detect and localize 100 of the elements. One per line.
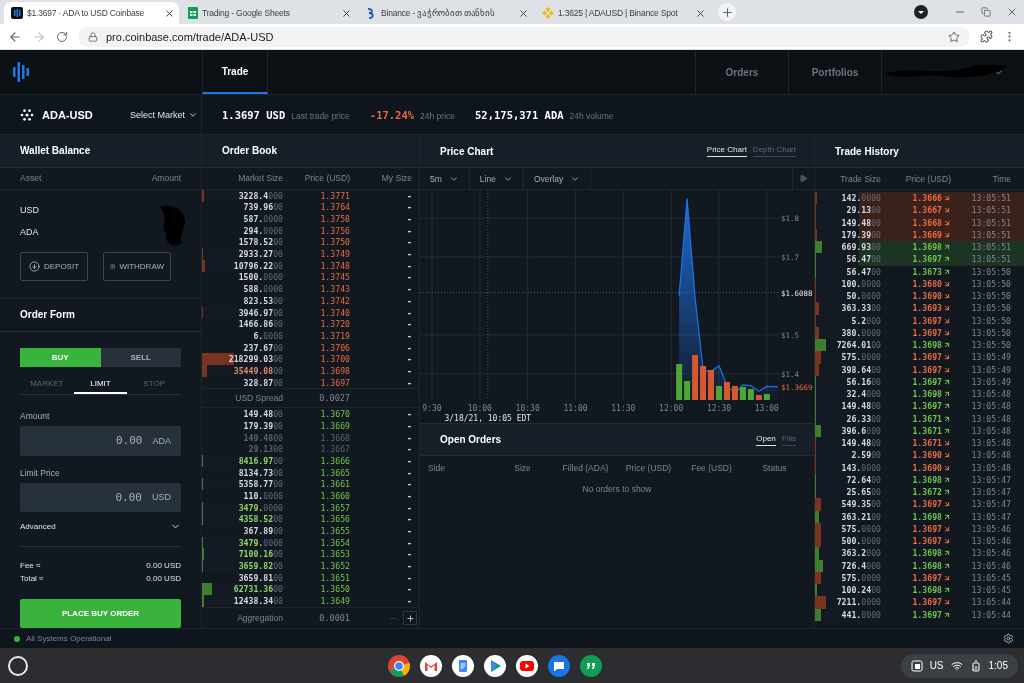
wifi-icon <box>950 659 963 672</box>
settings-icon[interactable] <box>1003 633 1014 644</box>
close-icon[interactable] <box>695 7 706 19</box>
spread-value: 0.0027 <box>318 393 350 404</box>
trade-time: 13:05:48 <box>970 413 1011 424</box>
trade-time: 13:05:48 <box>970 389 1011 400</box>
order-size: 179.3900 <box>242 420 283 431</box>
order-price: 1.3706 <box>319 342 350 353</box>
lock-icon <box>88 31 98 42</box>
order-price: 1.3764 <box>319 202 350 213</box>
trade-time: 13:05:47 <box>970 487 1011 498</box>
back-button[interactable] <box>8 29 22 44</box>
trade-price: 1.3697 <box>912 597 942 608</box>
trade-size: 100.2400 <box>840 585 881 596</box>
order-size: 2933.2700 <box>237 249 283 260</box>
download-icon <box>28 261 40 273</box>
video-icon[interactable] <box>516 654 538 677</box>
order-size: 3228.4000 <box>237 190 283 201</box>
select-market-button[interactable]: Select Market <box>130 109 199 120</box>
summary-value: 0.00 USD <box>146 574 181 584</box>
arrow-down-right-icon <box>943 304 951 313</box>
orders-tab[interactable]: Open <box>756 433 776 446</box>
advanced-toggle[interactable]: Advanced <box>20 521 181 548</box>
arrow-down-right-icon <box>943 292 951 301</box>
close-icon[interactable] <box>164 7 175 19</box>
extensions-button[interactable] <box>980 30 993 43</box>
my-size: - <box>406 549 412 560</box>
chart-dropdown[interactable]: Line <box>469 168 524 189</box>
trade-price: 1.3673 <box>912 266 942 277</box>
arrow-up-right-icon <box>943 414 951 423</box>
order-price: 1.3750 <box>319 237 350 248</box>
chart-view-tab[interactable]: Price Chart <box>706 145 747 157</box>
my-size: - <box>406 249 412 260</box>
trade-time: 13:05:50 <box>970 327 1011 338</box>
new-tab-button[interactable] <box>718 3 736 21</box>
trade-price: 1.3698 <box>912 340 942 351</box>
aggregation-label: Aggregation <box>236 613 283 623</box>
arrow-up-right-icon <box>943 586 951 595</box>
order-price: 1.3697 <box>319 377 350 388</box>
browser-tab[interactable]: 1.3625 | ADAUSD | Binance Spot <box>535 2 710 24</box>
mail-icon[interactable] <box>420 654 442 677</box>
number-field[interactable]: 0.00 ADA <box>20 425 181 456</box>
reload-button[interactable] <box>56 30 68 43</box>
address-field[interactable]: pro.coinbase.com/trade/ADA-USD <box>78 26 970 47</box>
trade-time: 13:05:51 <box>970 217 1011 228</box>
order-type-tab[interactable]: LIMIT <box>73 375 128 394</box>
browser-tab[interactable]: Binance - ვაჭრობით თანხის <box>358 2 533 24</box>
axis-tick-label: 11:30 <box>611 404 636 413</box>
trade-size: 29.1300 <box>845 205 881 216</box>
number-field[interactable]: 0.00 USD <box>20 482 181 513</box>
arrow-up-right-icon <box>943 243 951 252</box>
axis-tick-label: 11:00 <box>563 404 588 413</box>
my-size: - <box>406 455 412 466</box>
trade-size: 50.0000 <box>845 291 881 302</box>
my-size: - <box>406 377 412 388</box>
increase-button[interactable] <box>403 611 417 625</box>
arrow-down-right-icon <box>943 439 951 448</box>
trade-size: 25.6500 <box>845 487 881 498</box>
order-price: 1.3749 <box>319 249 350 260</box>
launcher-button[interactable] <box>8 655 28 676</box>
order-price: 1.3656 <box>319 514 350 525</box>
system-tray[interactable]: US 1:05 <box>900 653 1018 678</box>
trade-time: 13:05:46 <box>970 536 1011 547</box>
trade-price: 1.3693 <box>912 303 942 314</box>
order-size: 3659.8200 <box>237 560 283 571</box>
browser-icon[interactable] <box>388 654 410 677</box>
field-label: Limit Price <box>19 466 61 480</box>
browser-tab[interactable]: Trading - Google Sheets <box>181 2 356 24</box>
column-header: Time <box>991 173 1011 184</box>
order-size: 10796.2200 <box>232 260 283 271</box>
trade-price: 1.3698 <box>912 389 942 400</box>
withdraw-button[interactable]: WITHDRAW <box>103 252 171 282</box>
chart-dropdown[interactable]: Overlay <box>523 168 592 189</box>
nav-link[interactable]: Portfolios <box>788 50 881 94</box>
side-toggle[interactable]: SELL <box>100 347 181 367</box>
bookmark-star-icon[interactable] <box>948 30 960 43</box>
close-icon[interactable] <box>341 7 352 19</box>
trade-size: 2.5900 <box>850 450 881 461</box>
trade-size: 398.6400 <box>840 364 881 375</box>
trade-price: 1.3697 <box>912 572 942 583</box>
messages-icon[interactable] <box>548 654 570 677</box>
nav-link[interactable]: Orders <box>695 50 788 94</box>
order-size: 110.0000 <box>242 490 283 501</box>
document-icon[interactable] <box>452 654 474 677</box>
close-icon[interactable] <box>518 7 529 19</box>
order-price: 1.3657 <box>319 502 350 513</box>
play-store-icon[interactable] <box>484 654 506 677</box>
profile-menu-icon[interactable] <box>914 5 928 19</box>
chart-dropdown[interactable]: 5m <box>420 168 470 189</box>
arrow-down-right-icon <box>943 328 951 337</box>
axis-tick-label: 12:30 <box>706 404 732 413</box>
deposit-button[interactable]: DEPOSIT <box>20 252 88 282</box>
stat-caption: 24h price <box>420 110 456 121</box>
column-header: Price (USD) <box>303 173 350 184</box>
browser-tab[interactable]: $1.3697 · ADA to USD Coinbase <box>4 2 179 24</box>
stat-value: -17.24% <box>369 108 415 121</box>
arrow-down-right-icon <box>943 451 951 460</box>
chat-icon[interactable] <box>580 654 602 677</box>
trade-price: 1.3698 <box>912 560 942 571</box>
summary-value: 0.00 USD <box>146 561 181 571</box>
